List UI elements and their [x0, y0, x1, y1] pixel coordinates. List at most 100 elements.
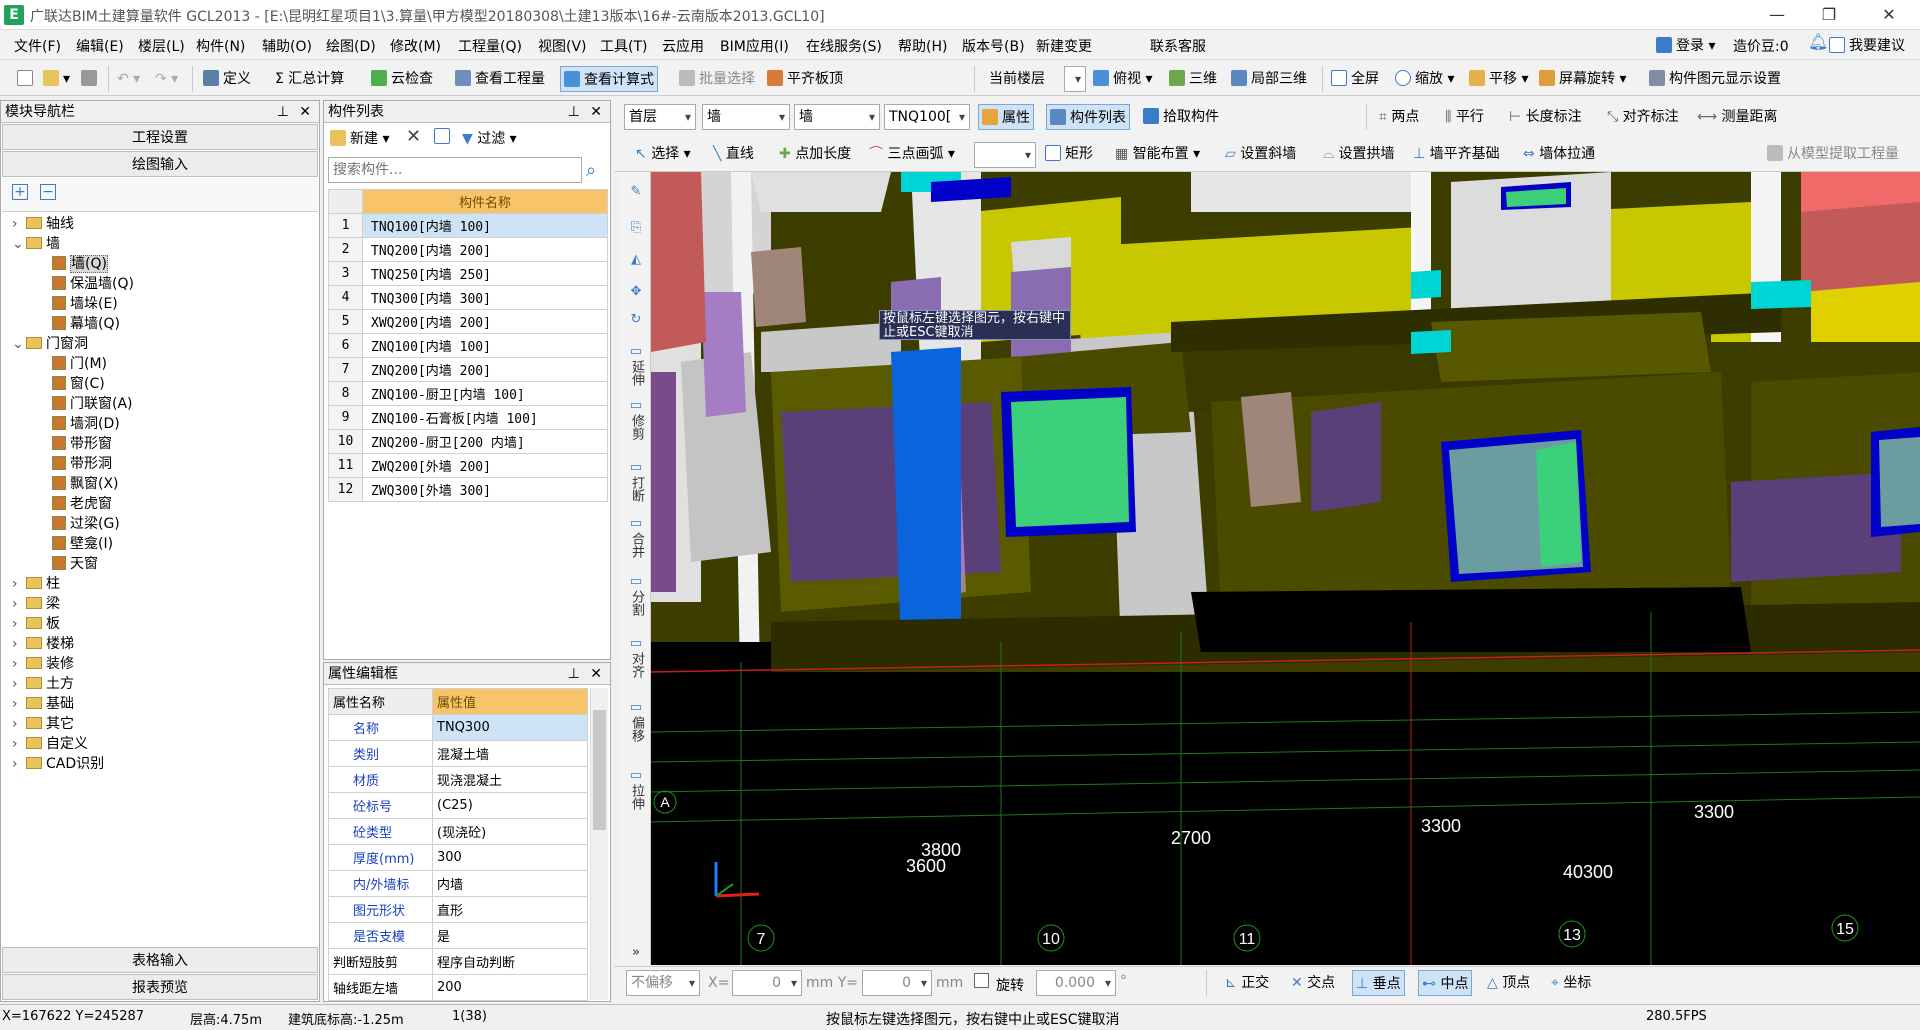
batch-select-button[interactable]: 批量选择 — [676, 66, 758, 92]
panel-close-icon[interactable]: ✕ — [590, 663, 602, 685]
prop-row[interactable]: 材质 现浇混凝土 — [328, 766, 588, 793]
vtool-0[interactable]: ▭ 延伸 — [624, 344, 648, 386]
copy-entity-icon[interactable]: ⎘ — [624, 220, 648, 236]
props-toggle[interactable]: 属性 — [978, 104, 1034, 130]
redo-icon[interactable]: ↷ ▾ — [152, 66, 181, 92]
table-row[interactable]: 2 TNQ200[内墙 200] — [328, 237, 608, 262]
panel-close-icon[interactable]: ✕ — [590, 101, 602, 123]
x-input[interactable]: 0 — [732, 970, 802, 996]
new-comp-button[interactable]: 新建 ▾ — [330, 128, 389, 148]
prop-row[interactable]: 内/外墙标 内墙 — [328, 870, 588, 897]
menu-item-5[interactable]: 绘图(D) — [326, 36, 376, 56]
undo-icon[interactable]: ↶ ▾ — [114, 66, 143, 92]
pin-icon[interactable]: ⊥ — [568, 101, 580, 123]
table-row[interactable]: 8 ZNQ100-厨卫[内墙 100] — [328, 381, 608, 406]
comp-name-cell[interactable]: ZNQ200[内墙 200] — [362, 357, 608, 382]
bell-icon[interactable]: 🔔︎ — [1808, 32, 1828, 51]
perp-button[interactable]: ⊥ 垂点 — [1352, 970, 1405, 996]
mirror-icon[interactable]: ◭ — [624, 252, 648, 268]
table-row[interactable]: 6 ZNQ100[内墙 100] — [328, 333, 608, 358]
type-select-1[interactable]: 墙 — [702, 104, 790, 130]
tree-item[interactable]: › 轴线 — [4, 214, 316, 234]
expand-all-icon[interactable]: + — [12, 184, 28, 200]
menu-item-1[interactable]: 编辑(E) — [76, 36, 124, 56]
comp-name-cell[interactable]: TNQ250[内墙 250] — [362, 261, 608, 286]
extract-qty-button[interactable]: 从模型提取工程量 — [1764, 141, 1902, 167]
menu-item-3[interactable]: 构件(N) — [196, 36, 245, 56]
prop-value-cell[interactable]: 混凝土墙 — [432, 740, 588, 767]
menu-item-7[interactable]: 工程量(Q) — [458, 36, 522, 56]
scroll-thumb[interactable] — [593, 710, 606, 830]
copy-icon[interactable] — [434, 128, 454, 145]
expand-arrow-icon[interactable]: › — [12, 734, 26, 754]
tree-item[interactable]: › 柱 — [4, 574, 316, 594]
tree-item[interactable]: ⌄ 门窗洞 — [4, 334, 316, 354]
expand-arrow-icon[interactable]: › — [12, 654, 26, 674]
tree-item[interactable]: 老虎窗 — [4, 494, 316, 514]
tree-item[interactable]: 门联窗(A) — [4, 394, 316, 414]
comp-name-cell[interactable]: ZNQ100-厨卫[内墙 100] — [362, 381, 608, 406]
expand-arrow-icon[interactable]: › — [12, 674, 26, 694]
report-preview-button[interactable]: 报表预览 — [2, 974, 318, 1000]
prop-value-cell[interactable]: (C25) — [432, 792, 588, 819]
comp-list-toggle[interactable]: 构件列表 — [1046, 104, 1130, 130]
project-settings-button[interactable]: 工程设置 — [2, 124, 318, 150]
two-points-button[interactable]: ⌗ 两点 — [1376, 104, 1422, 130]
brush-icon[interactable]: ✎ — [624, 184, 648, 200]
menu-item-9[interactable]: 工具(T) — [600, 36, 647, 56]
tree-item[interactable]: › 其它 — [4, 714, 316, 734]
coins-label[interactable]: 造价豆:0 — [1733, 36, 1789, 56]
select-button[interactable]: ↖ 选择 ▾ — [632, 141, 694, 167]
tree-item[interactable]: 窗(C) — [4, 374, 316, 394]
prop-value-cell[interactable]: 程序自动判断 — [432, 948, 588, 975]
login-button[interactable]: 登录 ▾ — [1656, 35, 1715, 55]
menu-item-12[interactable]: 在线服务(S) — [806, 36, 882, 56]
table-row[interactable]: 1 TNQ100[内墙 100] — [328, 213, 608, 238]
rotate-entity-icon[interactable]: ↻ — [624, 312, 648, 328]
collapse-arrow-icon[interactable]: ⌄ — [12, 234, 26, 254]
comp-name-cell[interactable]: ZWQ200[外墙 200] — [362, 453, 608, 478]
tree-item[interactable]: ⌄ 墙 — [4, 234, 316, 254]
expand-arrow-icon[interactable]: › — [12, 754, 26, 774]
tree-item[interactable]: 墙(Q) — [4, 254, 316, 274]
pan-button[interactable]: 平移 ▾ — [1466, 66, 1531, 92]
viewport-3d[interactable]: A 7 10 11 13 15 3800 3600 2700 3300 3300… — [651, 172, 1920, 965]
prop-scrollbar[interactable] — [590, 688, 608, 1000]
restore-icon[interactable]: ❐ — [1806, 0, 1852, 30]
prop-row[interactable]: 是否支模是 — [328, 922, 588, 949]
comp-name-cell[interactable]: ZNQ200-厨卫[200 内墙] — [362, 429, 608, 454]
minimize-icon[interactable]: — — [1754, 0, 1800, 30]
menu-item-2[interactable]: 楼层(L) — [138, 36, 185, 56]
vtool-7[interactable]: ▭ 拉伸 — [624, 768, 648, 810]
move-icon[interactable]: ✥ — [624, 284, 648, 300]
prop-row[interactable]: 砼类型 (现浇砼) — [328, 818, 588, 845]
arc-button[interactable]: ⌒ 三点画弧 ▾ — [866, 141, 958, 167]
vtool-6[interactable]: ▭ 偏移 — [624, 700, 648, 742]
tree-item[interactable]: › 楼梯 — [4, 634, 316, 654]
tree-item[interactable]: › 装修 — [4, 654, 316, 674]
tree-item[interactable]: 过梁(G) — [4, 514, 316, 534]
delete-icon[interactable]: ✕ — [406, 126, 421, 147]
prop-row[interactable]: 轴线距左墙 200 — [328, 974, 588, 1001]
type-select-2[interactable]: 墙 — [794, 104, 880, 130]
pin-icon[interactable]: ⊥ — [568, 663, 580, 685]
collapse-arrow-icon[interactable]: ⌄ — [12, 334, 26, 354]
rect-button[interactable]: 矩形 — [1042, 141, 1096, 167]
prop-value-cell[interactable]: 现浇混凝土 — [432, 766, 588, 793]
comp-name-cell[interactable]: XWQ200[内墙 200] — [362, 309, 608, 334]
local-3d-button[interactable]: 局部三维 — [1228, 66, 1310, 92]
align-base-button[interactable]: ⊥ 墙平齐基础 — [1410, 141, 1503, 167]
tree-item[interactable]: 天窗 — [4, 554, 316, 574]
pin-icon[interactable]: ⊥ — [277, 101, 289, 123]
expand-arrow-icon[interactable]: › — [12, 714, 26, 734]
vtool-2[interactable]: ▭ 打断 — [624, 460, 648, 502]
component-select[interactable]: TNQ100[ — [884, 104, 970, 130]
comp-name-cell[interactable]: ZNQ100-石膏板[内墙 100] — [362, 405, 608, 430]
table-row[interactable]: 11 ZWQ200[外墙 200] — [328, 453, 608, 478]
open-file-icon[interactable]: ▾ — [40, 66, 73, 92]
zoom-button[interactable]: 缩放 ▾ — [1392, 66, 1457, 92]
prop-row[interactable]: 判断短肢剪 程序自动判断 — [328, 948, 588, 975]
prop-row[interactable]: 类别 混凝土墙 — [328, 740, 588, 767]
menu-item-11[interactable]: BIM应用(I) — [720, 36, 789, 56]
menu-item-13[interactable]: 帮助(H) — [898, 36, 947, 56]
